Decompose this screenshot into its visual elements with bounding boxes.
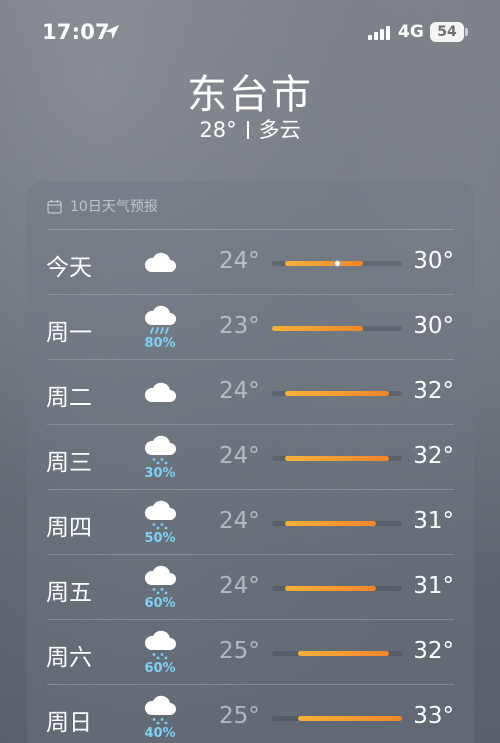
temperature-range-bar: [285, 586, 376, 591]
low-temperature: 24°: [219, 443, 260, 469]
high-temperature: 30°: [413, 313, 454, 339]
forecast-row[interactable]: 今天 24° 30°: [27, 230, 474, 295]
drizzle-icon: [144, 500, 176, 530]
status-bar: 17:07 4G 54: [0, 0, 500, 64]
forecast-row[interactable]: 周二 24° 32°: [27, 360, 474, 425]
temperature-range-track: [272, 716, 402, 721]
current-temperature: 28°: [199, 118, 237, 142]
cloud-icon: [144, 252, 176, 272]
forecast-day-label: 周四: [46, 515, 92, 541]
forecast-day-label: 周二: [46, 385, 92, 411]
forecast-condition: [137, 230, 183, 295]
forecast-row[interactable]: 周四 50% 24° 31°: [27, 490, 474, 555]
temperature-range-track: [272, 586, 402, 591]
current-summary: 28° 多云: [0, 114, 500, 144]
drizzle-icon: [144, 630, 176, 660]
forecast-day-label: 周日: [46, 710, 92, 736]
high-temperature: 32°: [413, 378, 454, 404]
current-temperature-marker: [333, 260, 341, 267]
low-temperature: 25°: [219, 638, 260, 664]
network-type: 4G: [398, 22, 424, 42]
low-temperature: 24°: [219, 573, 260, 599]
forecast-condition: 60%: [137, 555, 183, 620]
temperature-range-track: [272, 260, 402, 267]
precipitation-chance: 80%: [144, 336, 176, 351]
forecast-condition: 50%: [137, 490, 183, 555]
low-temperature: 25°: [219, 703, 260, 729]
temperature-range-track: [272, 456, 402, 461]
precipitation-chance: 50%: [144, 531, 176, 546]
rain-icon: [144, 305, 176, 334]
calendar-icon: [47, 199, 62, 214]
temperature-range-bar: [272, 326, 363, 331]
high-temperature: 31°: [413, 508, 454, 534]
forecast-row[interactable]: 周一 80% 23° 30°: [27, 295, 474, 360]
current-condition: 多云: [258, 118, 301, 142]
precipitation-chance: 60%: [144, 596, 176, 611]
forecast-row[interactable]: 周五 60% 24° 31°: [27, 555, 474, 620]
temperature-range-track: [272, 521, 402, 526]
forecast-condition: 40%: [137, 685, 183, 743]
low-temperature: 24°: [219, 378, 260, 404]
summary-separator: [246, 121, 249, 139]
low-temperature: 24°: [219, 248, 260, 274]
temperature-range-track: [272, 651, 402, 656]
forecast-condition: 80%: [137, 295, 183, 360]
high-temperature: 33°: [413, 703, 454, 729]
drizzle-icon: [144, 565, 176, 595]
drizzle-icon: [144, 695, 176, 725]
status-time: 17:07: [42, 20, 110, 44]
ten-day-forecast-card[interactable]: 10日天气预报 今天 24° 30° 周一 80% 23° 30° 周二 24° 32° 周三 30%…: [27, 181, 474, 743]
precipitation-chance: 60%: [144, 661, 176, 676]
temperature-range-bar: [285, 521, 376, 526]
drizzle-icon: [144, 435, 176, 465]
forecast-condition: 60%: [137, 620, 183, 685]
cellular-signal-icon: [368, 26, 390, 40]
forecast-day-label: 今天: [46, 255, 92, 281]
temperature-range-bar: [285, 261, 363, 266]
battery-tip: [465, 28, 468, 36]
temperature-range-track: [272, 326, 402, 331]
temperature-range-bar: [298, 651, 389, 656]
high-temperature: 32°: [413, 443, 454, 469]
forecast-day-label: 周五: [46, 580, 92, 606]
location-arrow-icon: [105, 25, 119, 39]
high-temperature: 32°: [413, 638, 454, 664]
forecast-condition: 30%: [137, 425, 183, 490]
forecast-day-label: 周六: [46, 645, 92, 671]
forecast-card-header: 10日天气预报: [47, 195, 158, 217]
forecast-condition: [137, 360, 183, 425]
forecast-row[interactable]: 周日 40% 25° 33°: [27, 685, 474, 743]
low-temperature: 23°: [219, 313, 260, 339]
temperature-range-bar: [298, 716, 402, 721]
forecast-row[interactable]: 周六 60% 25° 32°: [27, 620, 474, 685]
forecast-day-label: 周一: [46, 320, 92, 346]
temperature-range-track: [272, 391, 402, 396]
temperature-range-bar: [285, 456, 389, 461]
temperature-range-bar: [285, 391, 389, 396]
precipitation-chance: 40%: [144, 726, 176, 741]
high-temperature: 30°: [413, 248, 454, 274]
low-temperature: 24°: [219, 508, 260, 534]
forecast-card-title: 10日天气预报: [70, 199, 158, 215]
city-name: 东台市: [187, 72, 313, 118]
cloud-icon: [144, 382, 176, 402]
forecast-row[interactable]: 周三 30% 24° 32°: [27, 425, 474, 490]
forecast-day-label: 周三: [46, 450, 92, 476]
battery-icon: 54: [430, 22, 464, 42]
high-temperature: 31°: [413, 573, 454, 599]
precipitation-chance: 30%: [144, 466, 176, 481]
